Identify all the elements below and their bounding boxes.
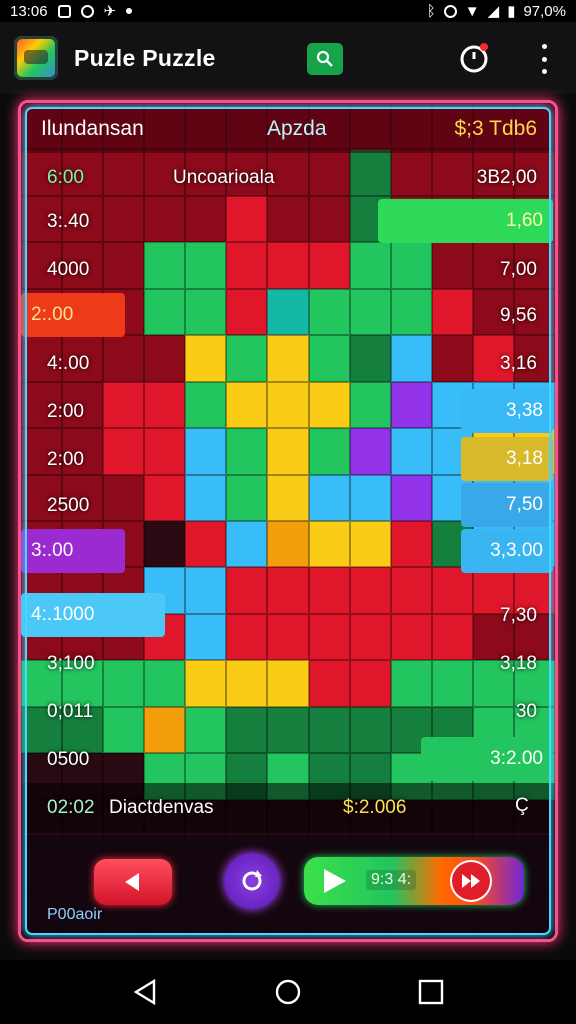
- battery-icon: ▮: [507, 3, 516, 20]
- puzzle-board: Ilundansan Apzda $;3 Tdb6 6:00 Uncoarioa…: [18, 100, 558, 942]
- timer-button[interactable]: [458, 42, 490, 74]
- status-time: 13:06: [10, 2, 48, 20]
- app-title: Puzle Puzzle: [74, 44, 216, 71]
- bluetooth-icon: ᛒ: [426, 2, 436, 20]
- alarm-icon: [443, 4, 457, 18]
- timer-icon: [460, 43, 488, 73]
- navigation-bar: [0, 960, 576, 1024]
- board-glow-border: [25, 107, 551, 935]
- notification-dot-icon: [126, 8, 133, 14]
- search-icon: [316, 50, 333, 67]
- overflow-menu-button[interactable]: [534, 44, 554, 74]
- battery-level: 97,0%: [523, 2, 566, 20]
- menu-dot-icon: [541, 56, 547, 62]
- nav-back-icon[interactable]: [132, 979, 158, 1005]
- app-logo[interactable]: [14, 36, 58, 80]
- app-bar: Puzle Puzzle: [0, 22, 576, 94]
- rocket-icon: ✈: [103, 3, 117, 20]
- photo-icon: [57, 4, 71, 18]
- wifi-icon: ▼: [464, 2, 480, 20]
- nav-home-icon[interactable]: [274, 978, 302, 1006]
- search-button[interactable]: [307, 43, 343, 75]
- menu-dot-icon: [541, 44, 547, 49]
- status-bar: 13:06 ✈ ᛒ ▼ ◢ ▮ 97,0%: [0, 0, 576, 22]
- sync-icon: [80, 4, 94, 18]
- nav-recents-icon[interactable]: [418, 979, 444, 1005]
- signal-icon: ◢: [487, 3, 500, 20]
- menu-dot-icon: [541, 69, 547, 74]
